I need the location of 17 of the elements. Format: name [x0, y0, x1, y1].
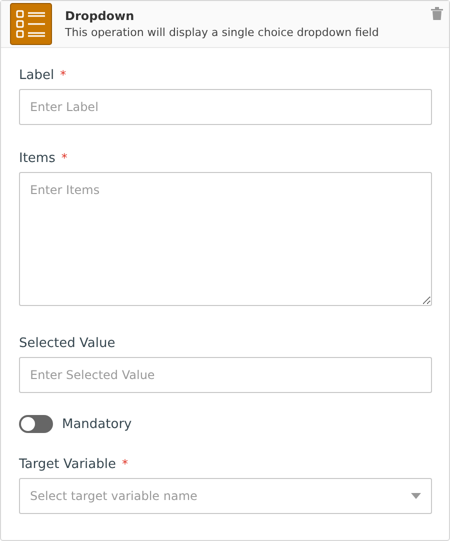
toggle-label: Mandatory — [62, 416, 132, 432]
field-label: Label — [19, 68, 54, 83]
input-field[interactable]: Enter Selected Value — [19, 357, 432, 393]
text-area[interactable]: Enter Items — [19, 172, 432, 306]
field-label: Items — [19, 151, 56, 166]
field-label: Selected Value — [19, 336, 116, 351]
header-title: Dropdown — [65, 9, 136, 23]
required-mark: * — [122, 457, 128, 471]
trash-icon[interactable] — [431, 7, 443, 20]
header-description: This operation will display a single choice dropdown field — [65, 26, 379, 39]
input-field[interactable]: Enter Label — [19, 89, 432, 125]
toggle-switch[interactable] — [19, 415, 53, 433]
caret-icon — [411, 493, 421, 499]
field-label: Target Variable — [19, 457, 116, 472]
required-mark: * — [61, 151, 68, 165]
select-field[interactable]: Select target variable name — [19, 478, 432, 514]
required-mark: * — [60, 68, 66, 82]
